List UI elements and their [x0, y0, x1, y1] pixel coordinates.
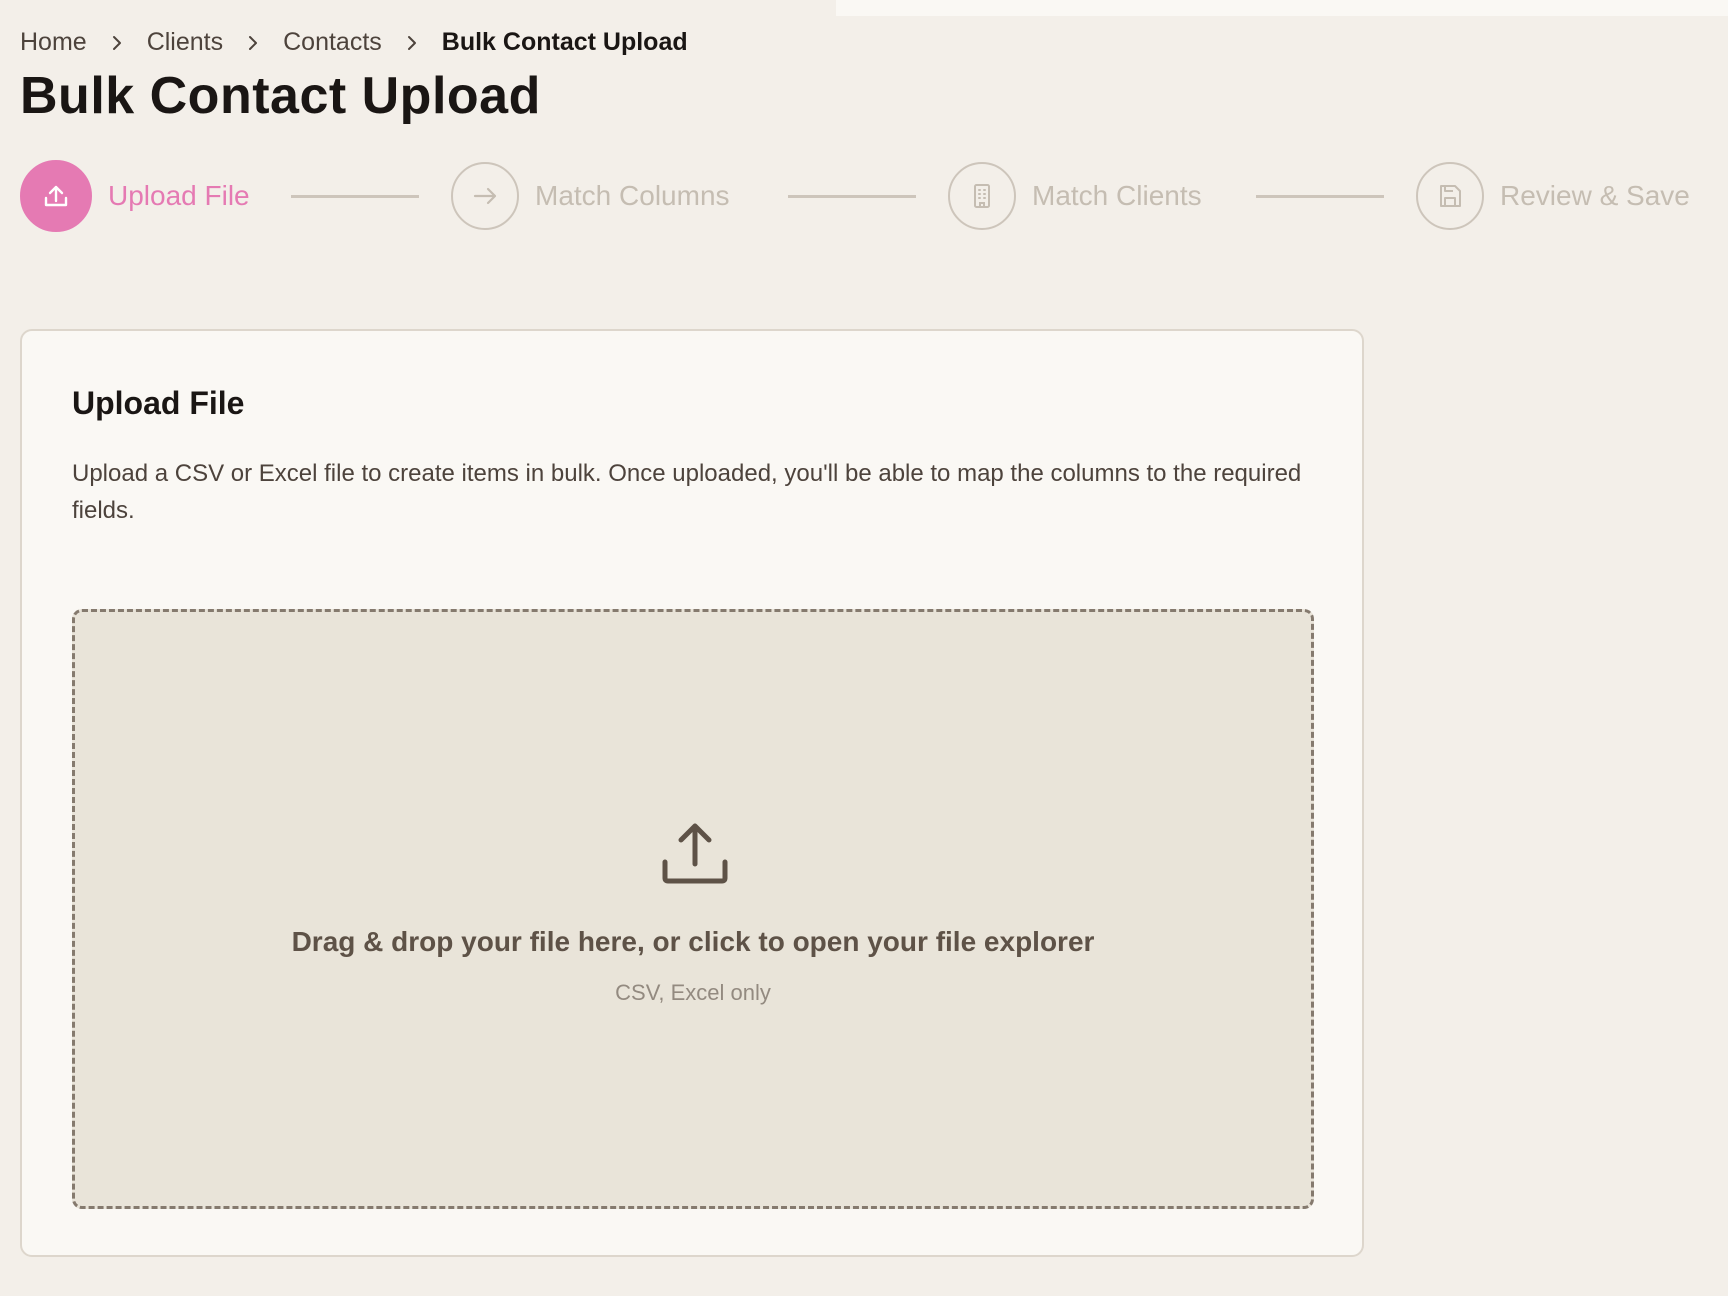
breadcrumb: Home Clients Contacts Bulk Contact Uploa…: [20, 28, 688, 57]
upload-card: Upload File Upload a CSV or Excel file t…: [20, 329, 1364, 1257]
dropzone-subtext: CSV, Excel only: [615, 980, 771, 1005]
step-circle: [451, 162, 519, 230]
breadcrumb-clients[interactable]: Clients: [147, 28, 223, 57]
step-label: Match Clients: [1032, 180, 1202, 211]
chevron-right-icon: [223, 34, 283, 52]
step-review-save[interactable]: Review & Save: [1416, 160, 1690, 232]
step-circle: [948, 162, 1016, 230]
page-title: Bulk Contact Upload: [20, 67, 541, 125]
dropzone-text: Drag & drop your file here, or click to …: [291, 926, 1095, 957]
step-circle: [20, 160, 92, 232]
stepper: Upload File Match Columns Match Clients: [20, 160, 1710, 232]
breadcrumb-current: Bulk Contact Upload: [441, 28, 688, 56]
card-description: Upload a CSV or Excel file to create ite…: [72, 460, 1302, 524]
chevron-right-icon: [382, 34, 442, 52]
step-match-columns[interactable]: Match Columns: [451, 160, 730, 232]
step-label: Match Columns: [535, 180, 730, 211]
step-upload-file[interactable]: Upload File: [20, 160, 250, 232]
step-connector: [1256, 195, 1384, 198]
chevron-right-icon: [87, 34, 147, 52]
step-connector: [788, 195, 916, 198]
breadcrumb-contacts[interactable]: Contacts: [283, 28, 382, 57]
building-icon: [974, 184, 990, 208]
top-strip: [836, 0, 1728, 16]
step-label: Upload File: [108, 180, 250, 211]
card-title: Upload File: [72, 385, 245, 421]
breadcrumb-home[interactable]: Home: [20, 28, 87, 57]
upload-icon: [44, 185, 68, 207]
upload-icon: [662, 823, 728, 884]
step-connector: [291, 195, 419, 198]
step-match-clients[interactable]: Match Clients: [948, 160, 1202, 232]
arrow-right-icon: [473, 187, 497, 205]
step-circle: [1416, 162, 1484, 230]
file-dropzone[interactable]: Drag & drop your file here, or click to …: [72, 609, 1314, 1209]
step-label: Review & Save: [1500, 180, 1690, 211]
save-icon: [1440, 185, 1461, 207]
